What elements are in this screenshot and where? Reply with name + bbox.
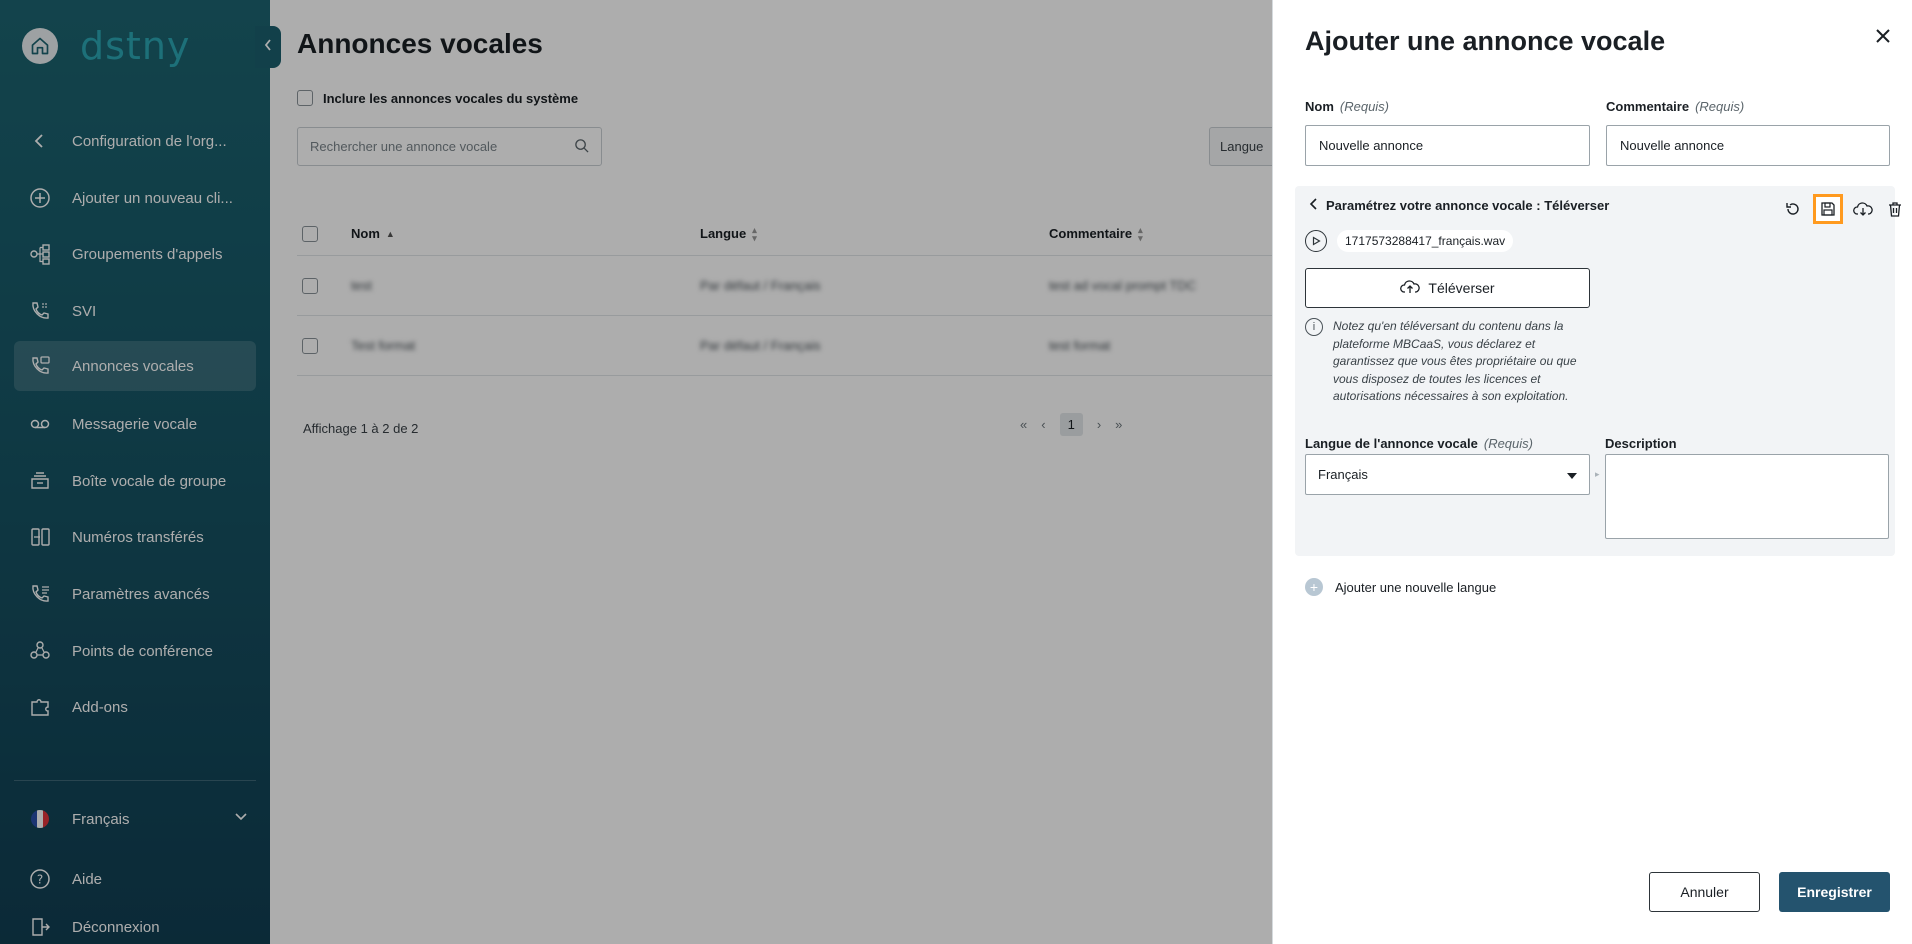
language-select[interactable]: Français xyxy=(1305,454,1590,495)
required-hint: (Requis) xyxy=(1695,99,1745,114)
upload-disclaimer: i Notez qu'en téléversant du contenu dan… xyxy=(1305,318,1583,406)
required-hint: (Requis) xyxy=(1339,99,1390,114)
upload-button[interactable]: Téléverser xyxy=(1305,268,1590,308)
audio-file-name: 1717573288417_français.wav xyxy=(1337,230,1514,252)
close-button[interactable] xyxy=(1871,26,1895,50)
name-input[interactable]: Nouvelle annonce xyxy=(1305,125,1590,166)
announcement-config-panel: Paramétrez votre annonce vocale : Téléve… xyxy=(1295,186,1901,556)
comment-label: Commentaire (Requis) xyxy=(1606,99,1744,114)
info-icon: i xyxy=(1305,318,1323,336)
save-icon[interactable] xyxy=(1813,194,1843,224)
description-label: Description xyxy=(1605,436,1677,451)
drawer-title: Ajouter une annonce vocale xyxy=(1305,26,1666,56)
cloud-download-icon[interactable] xyxy=(1851,197,1875,221)
cloud-upload-icon xyxy=(1400,279,1421,298)
add-announcement-drawer: Ajouter une annonce vocale Nom (Requis) N… xyxy=(1272,0,1912,944)
modal-overlay[interactable] xyxy=(0,0,1272,944)
chevron-left-icon xyxy=(1309,198,1318,213)
comment-input[interactable]: Nouvelle annonce xyxy=(1606,125,1890,166)
language-label: Langue de l'annonce vocale (Requis) xyxy=(1305,436,1533,451)
config-back-link[interactable]: Paramétrez votre annonce vocale : Téléve… xyxy=(1309,198,1609,213)
play-icon[interactable] xyxy=(1305,230,1327,252)
config-toolbar xyxy=(1781,194,1907,224)
audio-file-chip: 1717573288417_français.wav xyxy=(1305,230,1514,252)
required-hint: (Requis) xyxy=(1483,436,1533,451)
add-language-button[interactable]: + Ajouter une nouvelle langue xyxy=(1305,578,1496,596)
trash-icon[interactable] xyxy=(1883,197,1907,221)
config-title: Paramétrez votre annonce vocale : Téléve… xyxy=(1326,198,1610,213)
name-label: Nom (Requis) xyxy=(1305,99,1389,114)
caret-down-icon xyxy=(1567,467,1577,482)
save-button[interactable]: Enregistrer xyxy=(1779,872,1890,912)
cancel-button[interactable]: Annuler xyxy=(1649,872,1760,912)
comment-label-text: Commentaire xyxy=(1606,99,1690,114)
disclaimer-text: Notez qu'en téléversant du contenu dans … xyxy=(1333,319,1577,403)
collapse-arrow-icon: ▸ xyxy=(1595,469,1600,479)
upload-label: Téléverser xyxy=(1428,280,1495,296)
close-icon xyxy=(1875,28,1891,49)
name-label-text: Nom xyxy=(1305,99,1334,114)
language-select-value: Français xyxy=(1318,467,1368,482)
add-language-label: Ajouter une nouvelle langue xyxy=(1335,579,1497,595)
reset-icon[interactable] xyxy=(1781,197,1805,221)
plus-icon: + xyxy=(1305,578,1323,596)
description-textarea[interactable] xyxy=(1605,454,1889,539)
language-label-text: Langue de l'annonce vocale xyxy=(1305,436,1478,451)
